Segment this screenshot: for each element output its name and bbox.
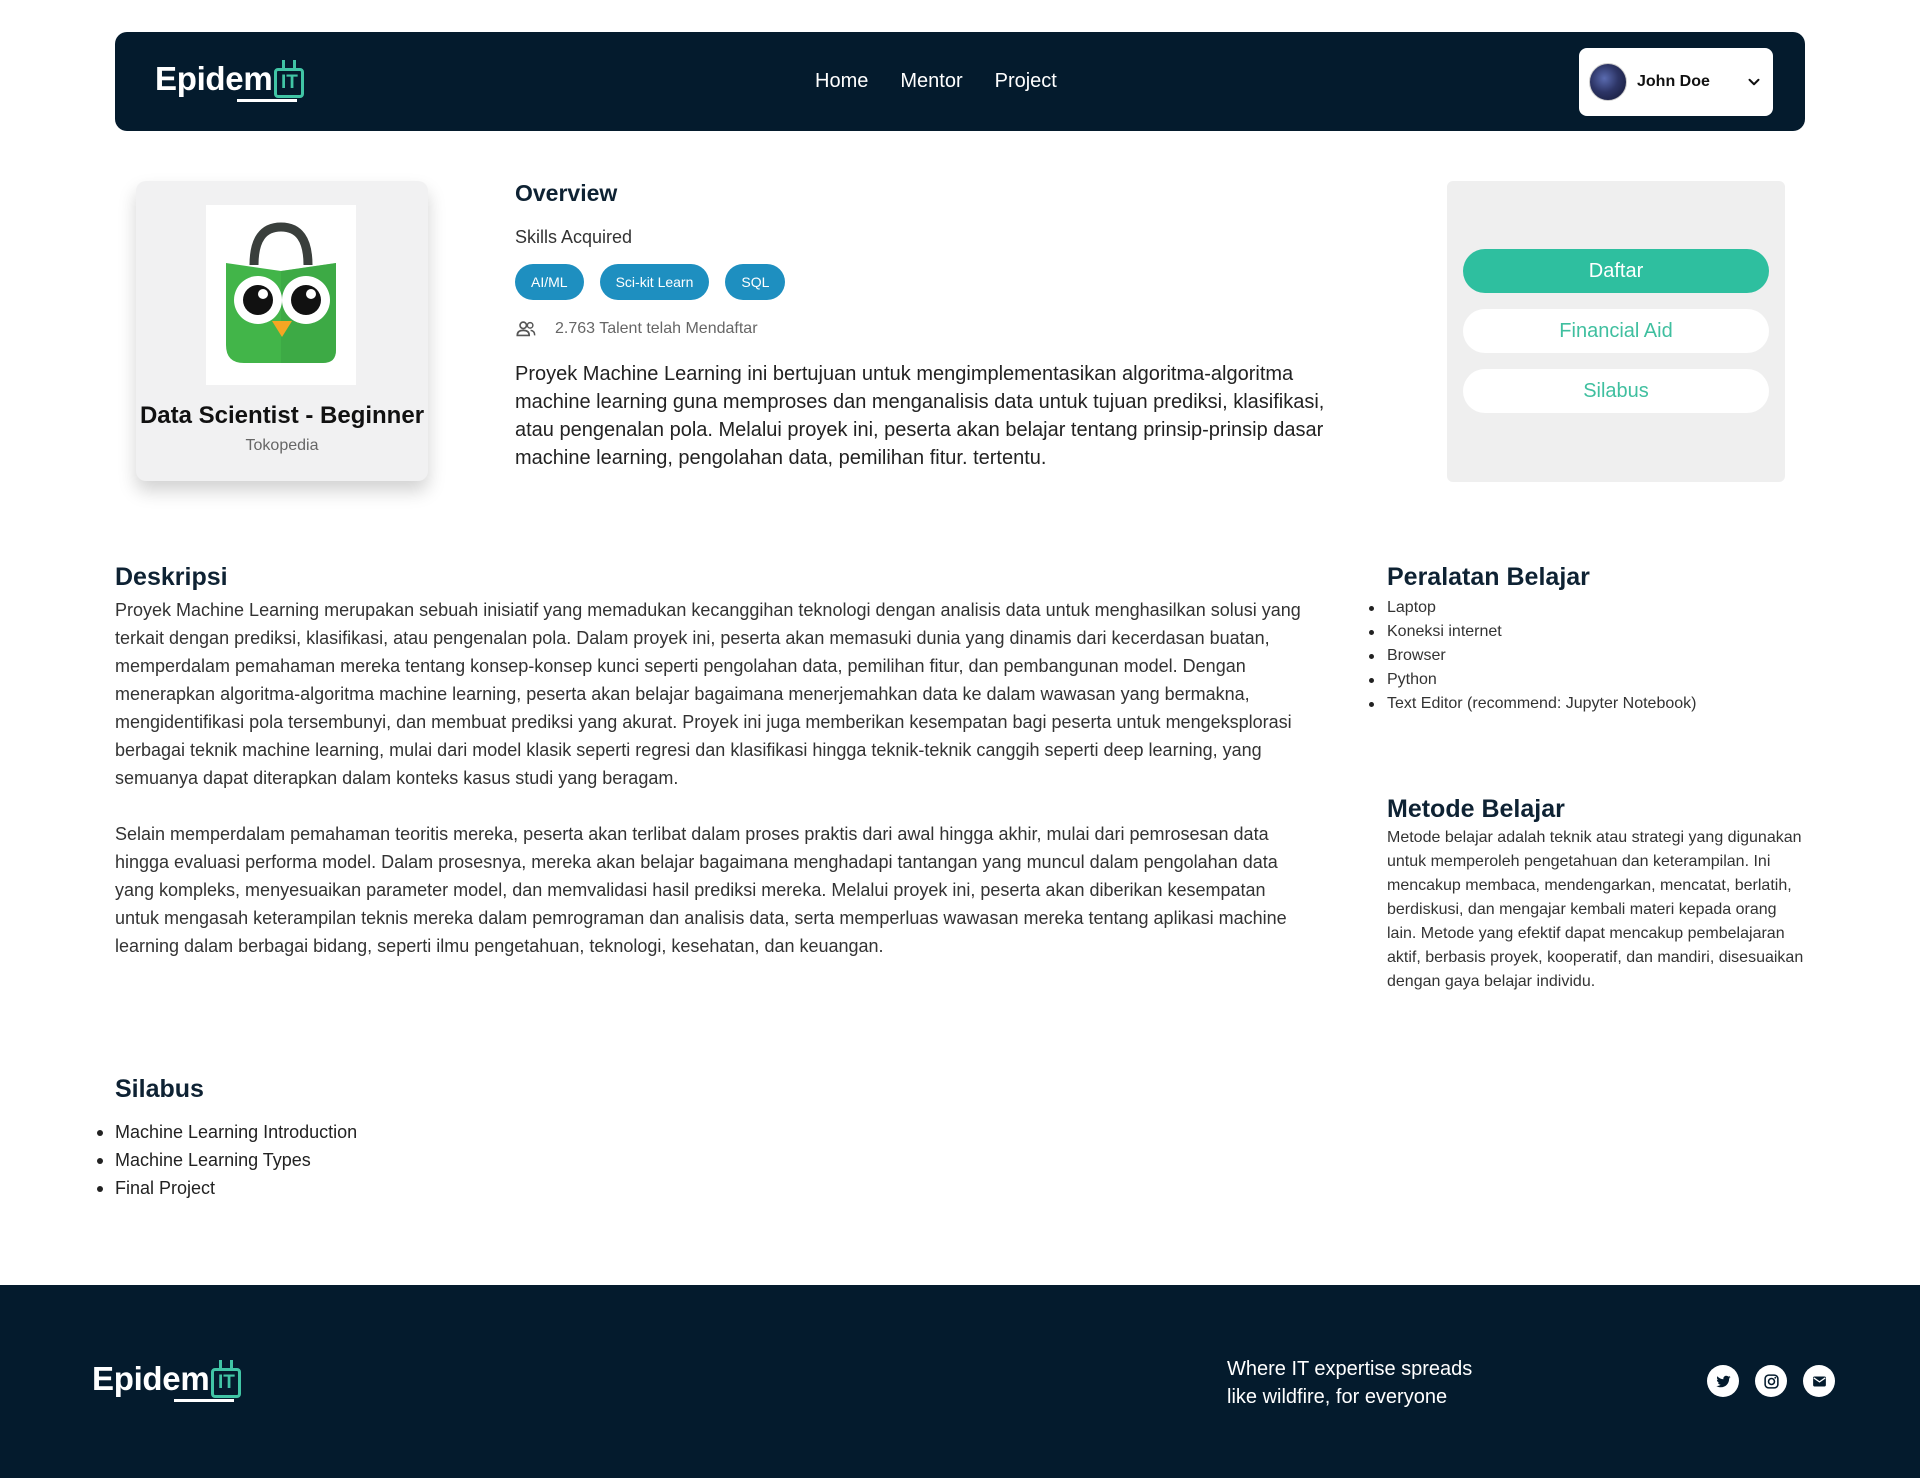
list-item: Machine Learning Types — [97, 1146, 715, 1174]
twitter-link[interactable] — [1707, 1365, 1739, 1397]
overview-section: Overview Skills Acquired AI/ML Sci-kit L… — [515, 180, 1335, 472]
deskripsi-title: Deskripsi — [115, 563, 228, 591]
silabus-title: Silabus — [115, 1075, 204, 1103]
logo-wordmark: Epidem — [155, 60, 273, 97]
logo-underline — [237, 99, 297, 102]
list-item: Python — [1369, 668, 1807, 692]
deskripsi-paragraph-1: Proyek Machine Learning merupakan sebuah… — [115, 600, 1301, 788]
top-navbar: Epidem IT Home Mentor Project John Doe — [115, 32, 1805, 131]
list-item: Browser — [1369, 644, 1807, 668]
nav-link-home[interactable]: Home — [815, 70, 868, 93]
deskripsi-paragraph-2: Selain memperdalam pemahaman teoritis me… — [115, 824, 1287, 956]
chevron-down-icon — [1748, 78, 1760, 86]
company-logo-image — [206, 205, 356, 385]
silabus-section: Silabus Machine Learning Introduction Ma… — [97, 1075, 715, 1202]
peralatan-title: Peralatan Belajar — [1387, 563, 1590, 591]
overview-title: Overview — [515, 180, 618, 206]
people-icon — [516, 321, 536, 337]
list-item: Machine Learning Introduction — [97, 1118, 715, 1146]
peralatan-section: Peralatan Belajar Laptop Koneksi interne… — [1369, 563, 1807, 716]
instagram-link[interactable] — [1755, 1365, 1787, 1397]
course-card: Data Scientist - Beginner Tokopedia — [136, 181, 428, 481]
logo-plug-icon: IT — [211, 1360, 242, 1398]
overview-description: Proyek Machine Learning ini bertujuan un… — [515, 363, 1325, 469]
twitter-icon — [1715, 1375, 1731, 1387]
logo-plug-icon: IT — [274, 60, 305, 98]
footer: Epidem IT Where IT expertise spreads lik… — [0, 1285, 1920, 1478]
logo-wordmark: Epidem — [92, 1360, 210, 1397]
list-item: Text Editor (recommend: Jupyter Notebook… — [1369, 692, 1807, 716]
talent-count-text: 2.763 Talent telah Mendaftar — [555, 320, 758, 337]
nav-link-project[interactable]: Project — [995, 70, 1057, 93]
tagline-line-1: Where IT expertise spreads — [1227, 1358, 1473, 1380]
skill-chip-scikit-learn[interactable]: Sci-kit Learn — [599, 264, 710, 300]
footer-tagline: Where IT expertise spreads like wildfire… — [1227, 1355, 1527, 1411]
user-name: John Doe — [1637, 73, 1710, 90]
nav-link-mentor[interactable]: Mentor — [900, 70, 962, 93]
deskripsi-section: Deskripsi Proyek Machine Learning merupa… — [115, 563, 1305, 960]
mail-icon — [1812, 1376, 1826, 1386]
peralatan-list: Laptop Koneksi internet Browser Python T… — [1369, 596, 1807, 716]
metode-section: Metode Belajar Metode belajar adalah tek… — [1387, 795, 1807, 994]
social-links — [1707, 1365, 1835, 1397]
daftar-button[interactable]: Daftar — [1463, 249, 1769, 293]
list-item: Final Project — [97, 1174, 715, 1202]
mail-link[interactable] — [1803, 1365, 1835, 1397]
silabus-list: Machine Learning Introduction Machine Le… — [97, 1118, 715, 1202]
instagram-icon — [1763, 1373, 1779, 1389]
silabus-button[interactable]: Silabus — [1463, 369, 1769, 413]
financial-aid-button[interactable]: Financial Aid — [1463, 309, 1769, 353]
tokopedia-owl-icon — [226, 222, 336, 363]
brand-logo[interactable]: Epidem IT — [155, 60, 305, 102]
course-title: Data Scientist - Beginner — [139, 402, 425, 429]
metode-text: Metode belajar adalah teknik atau strate… — [1387, 829, 1804, 990]
skill-chip-aiml[interactable]: AI/ML — [515, 264, 584, 300]
logo-underline — [174, 1399, 234, 1402]
list-item: Laptop — [1369, 596, 1807, 620]
user-menu-dropdown[interactable]: John Doe — [1579, 48, 1773, 116]
skill-chip-sql[interactable]: SQL — [725, 264, 786, 300]
course-company: Tokopedia — [245, 437, 319, 454]
talent-count: 2.763 Talent telah Mendaftar — [515, 318, 1335, 340]
tagline-line-2: like wildfire, for everyone — [1227, 1386, 1448, 1408]
user-avatar — [1589, 63, 1627, 101]
action-panel: Daftar Financial Aid Silabus — [1447, 181, 1785, 482]
list-item: Koneksi internet — [1369, 620, 1807, 644]
main-nav: Home Mentor Project — [815, 70, 1057, 93]
metode-title: Metode Belajar — [1387, 795, 1565, 823]
footer-brand-logo[interactable]: Epidem IT — [92, 1360, 242, 1402]
skill-chips: AI/ML Sci-kit Learn SQL — [515, 264, 1335, 300]
skills-label: Skills Acquired — [515, 227, 633, 247]
